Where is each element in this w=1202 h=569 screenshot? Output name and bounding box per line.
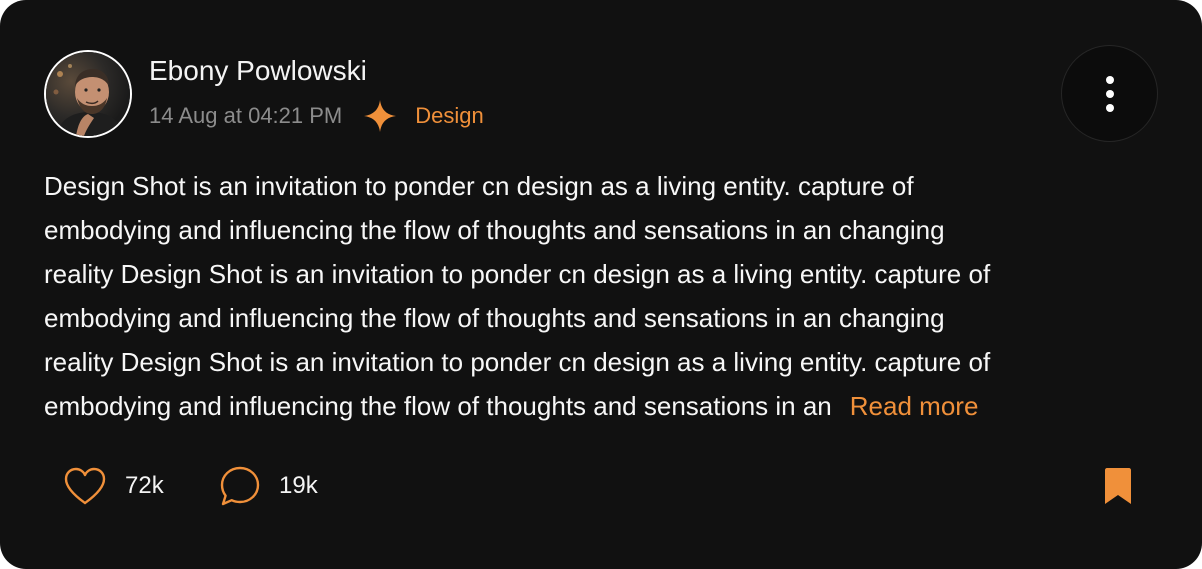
post-body-last-line: embodying and influencing the flow of th… <box>44 384 1164 428</box>
post-body-line: Design Shot is an invitation to ponder c… <box>44 171 914 201</box>
post-timestamp: 14 Aug at 04:21 PM <box>149 103 343 128</box>
heart-icon <box>64 467 106 505</box>
comment-count: 19k <box>279 472 318 499</box>
bookmark-icon <box>1105 468 1131 504</box>
post-category[interactable]: Design <box>415 103 483 129</box>
read-more-link[interactable]: Read more <box>850 391 979 421</box>
more-vertical-icon <box>1105 75 1114 112</box>
like-button[interactable]: 72k <box>63 462 164 510</box>
post-card: Ebony Powlowski 14 Aug at 04:21 PM Desig… <box>0 0 1202 569</box>
post-actions: 72k 19k <box>0 462 1202 510</box>
like-count: 72k <box>125 472 164 499</box>
sparkle-icon <box>363 99 397 133</box>
post-body-line: embodying and influencing the flow of th… <box>44 303 945 333</box>
post-body-line: embodying and influencing the flow of th… <box>44 215 945 245</box>
comment-button[interactable]: 19k <box>219 462 318 510</box>
post-body-line: reality Design Shot is an invitation to … <box>44 259 991 289</box>
avatar-photo <box>46 52 130 136</box>
avatar[interactable] <box>44 50 132 138</box>
post-body-line: reality Design Shot is an invitation to … <box>44 347 991 377</box>
comment-icon <box>220 466 260 506</box>
author-name[interactable]: Ebony Powlowski <box>149 55 367 87</box>
post-meta: 14 Aug at 04:21 PM Design <box>149 100 484 132</box>
post-body-line: embodying and influencing the flow of th… <box>44 391 832 421</box>
post-body: Design Shot is an invitation to ponder c… <box>44 164 1164 428</box>
more-options-button[interactable] <box>1061 45 1158 142</box>
bookmark-button[interactable] <box>1104 467 1132 505</box>
